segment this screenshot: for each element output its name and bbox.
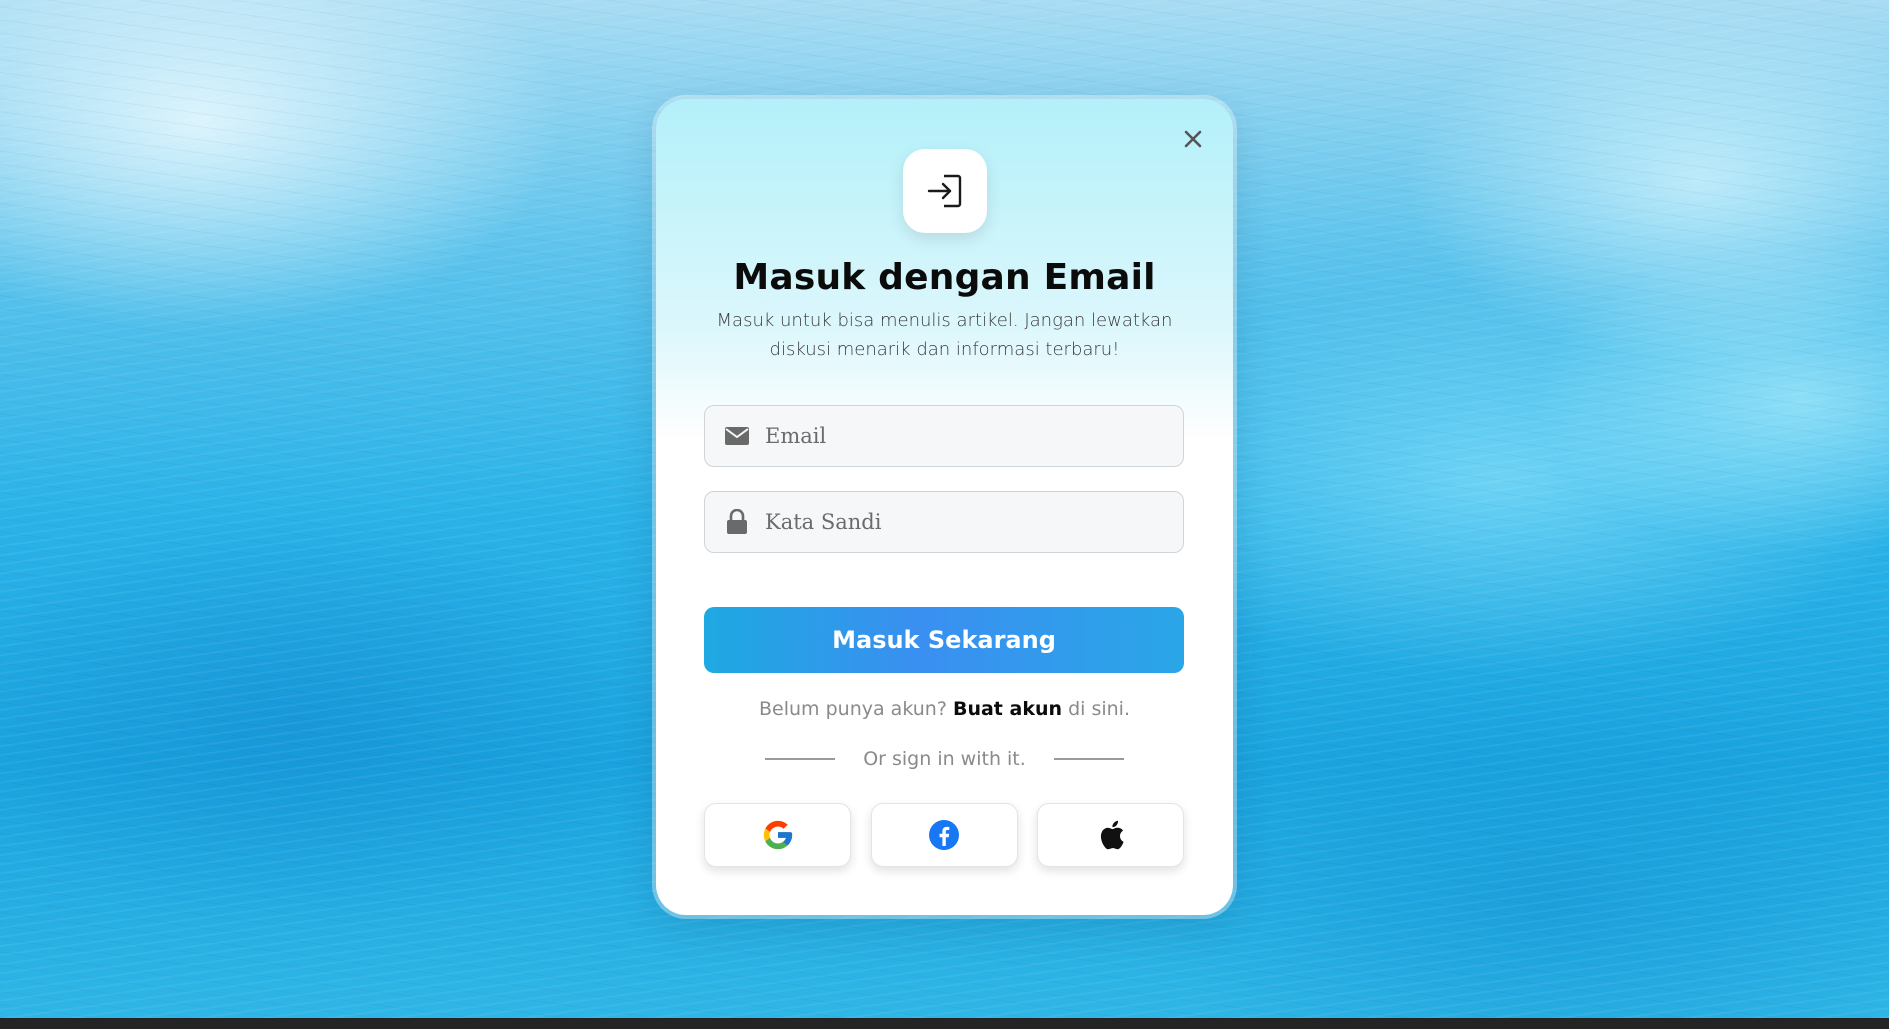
password-input[interactable] [763, 509, 1167, 535]
login-submit-button[interactable]: Masuk Sekarang [704, 607, 1184, 673]
divider-line-left [765, 758, 836, 760]
create-account-link[interactable]: Buat akun [953, 698, 1062, 720]
login-icon-badge [903, 149, 987, 233]
facebook-icon [929, 820, 959, 850]
divider-text: Or sign in with it. [863, 748, 1026, 770]
facebook-login-button[interactable] [870, 803, 1018, 867]
envelope-icon [723, 422, 751, 450]
email-field[interactable] [704, 405, 1184, 467]
login-modal: Masuk dengan Email Masuk untuk bisa menu… [656, 99, 1233, 915]
email-input[interactable] [763, 423, 1167, 449]
divider-line-right [1053, 758, 1124, 760]
lock-icon [723, 508, 751, 536]
apple-icon [1100, 820, 1124, 850]
signup-suffix: di sini. [1068, 698, 1130, 720]
signup-prefix: Belum punya akun? [759, 698, 947, 720]
password-field[interactable] [704, 491, 1184, 553]
social-login-row [704, 803, 1184, 867]
login-icon [927, 174, 962, 208]
modal-title: Masuk dengan Email [733, 257, 1156, 298]
signup-prompt: Belum punya akun? Buat akun di sini. [656, 698, 1233, 720]
social-divider: Or sign in with it. [656, 748, 1233, 770]
bottom-bar [0, 1018, 1889, 1029]
close-icon [1184, 130, 1202, 148]
google-login-button[interactable] [704, 803, 851, 867]
modal-subtitle: Masuk untuk bisa menulis artikel. Jangan… [716, 310, 1173, 360]
apple-login-button[interactable] [1037, 803, 1184, 867]
google-icon [763, 820, 792, 850]
close-button[interactable] [1179, 125, 1207, 153]
